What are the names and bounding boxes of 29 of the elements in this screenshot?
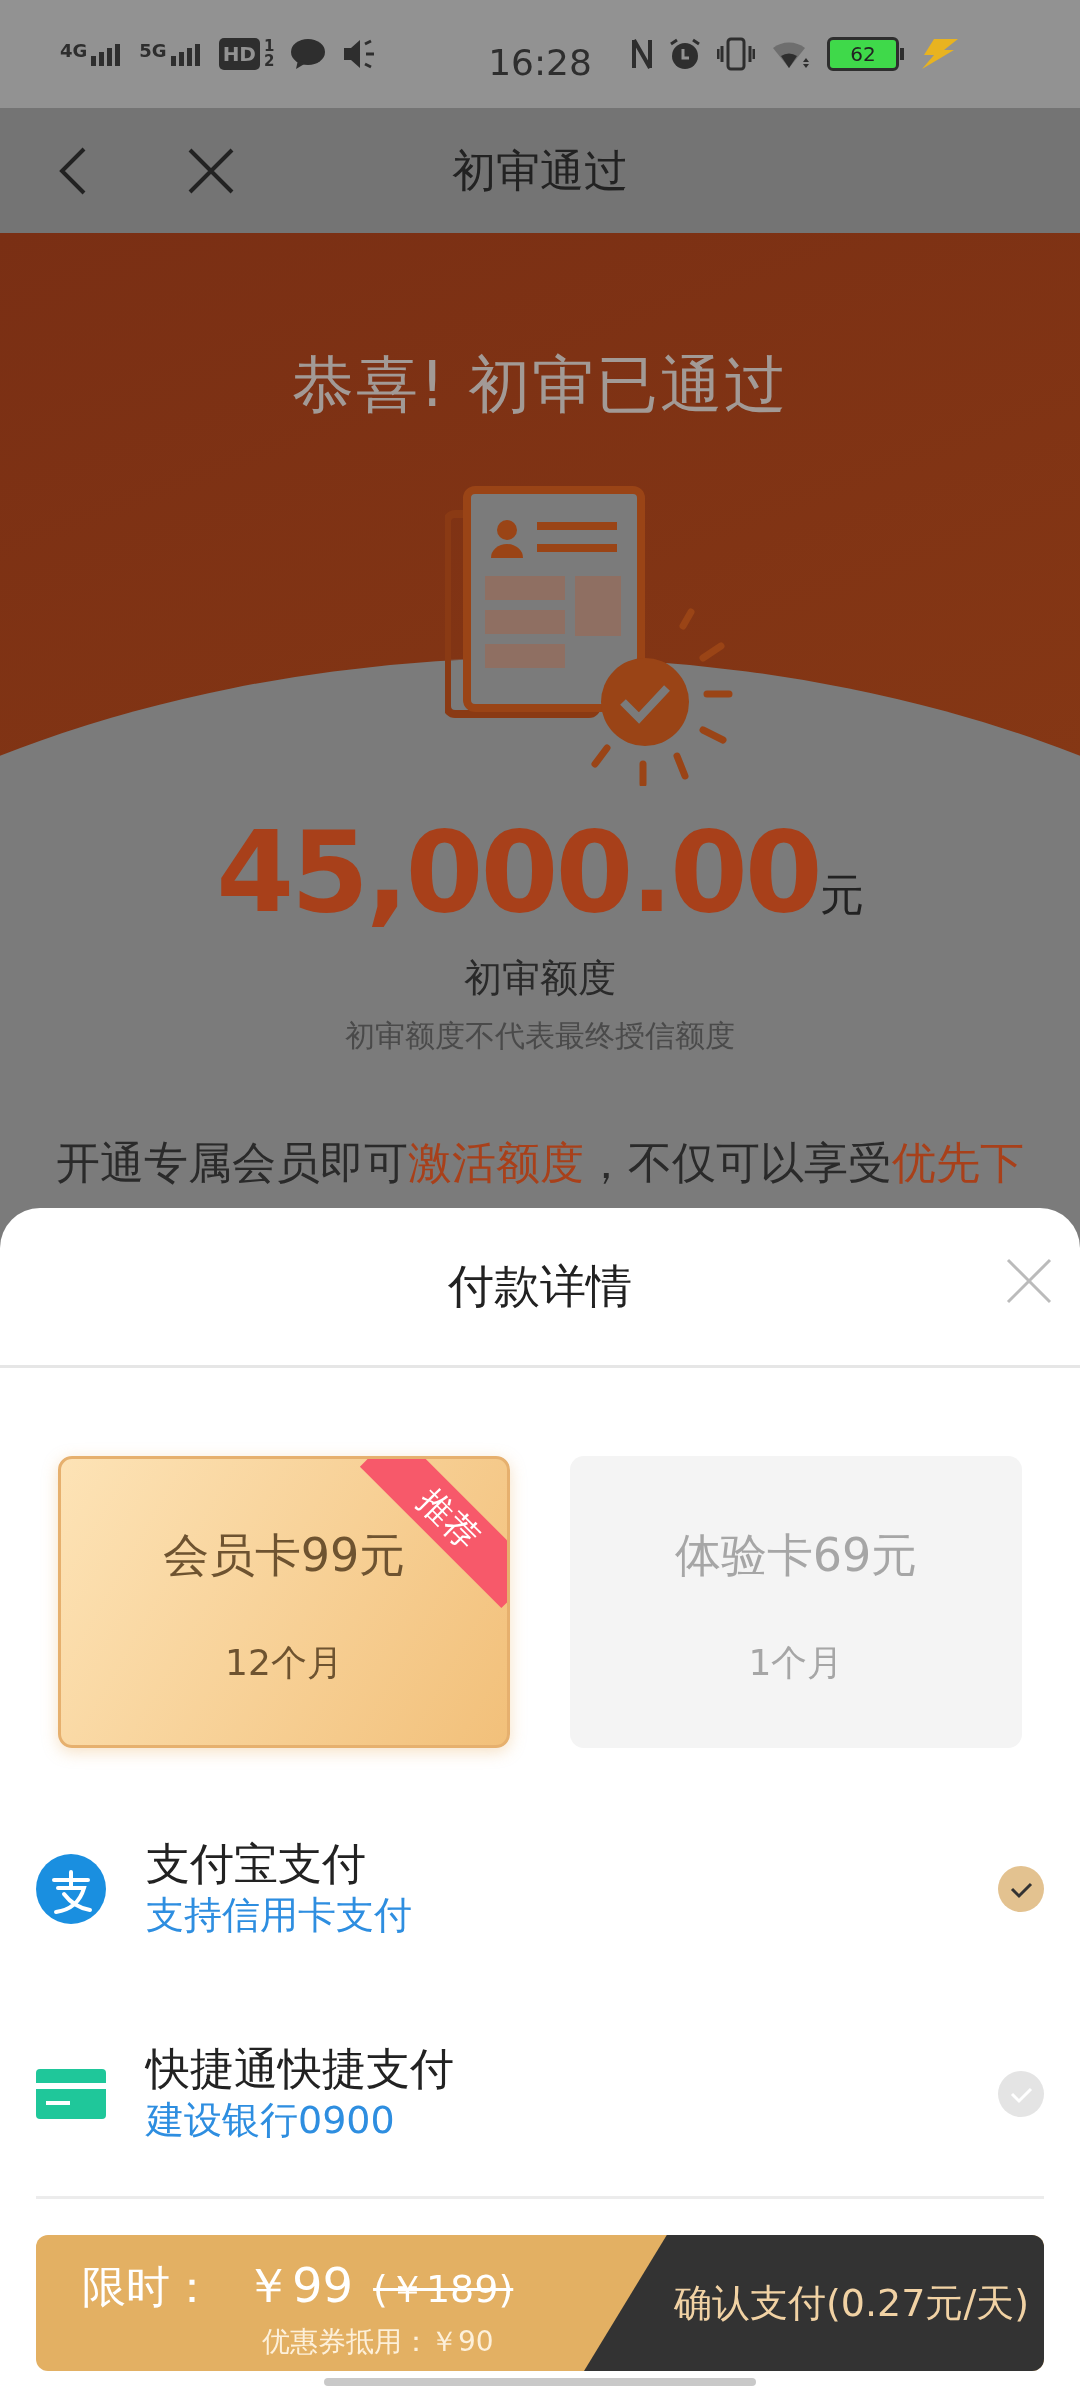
page-title: 初审通过 (452, 143, 628, 198)
amount-label: 初审额度 (464, 955, 616, 1002)
original-price: (￥189) (373, 2266, 514, 2313)
plan-duration: 1个月 (748, 1641, 844, 1685)
payment-option[interactable]: 支付宝支付 支持信用卡支付 (0, 1786, 1080, 1991)
headline: 恭喜! 初审已通过 (291, 347, 789, 423)
battery-level: 62 (827, 37, 899, 71)
plan-name: 体验卡69元 (674, 1527, 918, 1584)
limited-time-label: 限时： (82, 2260, 214, 2314)
payment-subtitle: 支持信用卡支付 (146, 1892, 412, 1940)
hd-label: HD (218, 38, 260, 70)
coupon-text: 优惠券抵用：￥90 (262, 2324, 494, 2360)
payment-subtitle: 建设银行0900 (146, 2097, 396, 2145)
network-label: 5G (139, 42, 167, 60)
payment-title: 快捷通快捷支付 (146, 2042, 454, 2097)
promo-text: 开通专属会员即可激活额度，不仅可以享受优先下 (56, 1136, 1024, 1190)
credit-amount: 45,000.00 (216, 816, 820, 928)
plan-card[interactable]: 会员卡99元 12个月 推荐 (58, 1456, 510, 1748)
sale-price: ￥99 (244, 2256, 354, 2315)
sim-number: 2 (263, 54, 275, 69)
sheet-title: 付款详情 (448, 1258, 632, 1315)
currency-unit: 元 (819, 868, 864, 922)
plan-duration: 12个月 (225, 1641, 343, 1685)
network-label: 4G (60, 42, 88, 60)
clock-time: 16:28 (488, 41, 592, 85)
payment-title: 支付宝支付 (146, 1837, 367, 1892)
payment-option[interactable]: 快捷通快捷支付 建设银行0900 (0, 1991, 1080, 2196)
confirm-pay-button[interactable]: 确认支付(0.27元/天) (584, 2235, 1044, 2371)
sim-number: 1 (263, 39, 275, 54)
